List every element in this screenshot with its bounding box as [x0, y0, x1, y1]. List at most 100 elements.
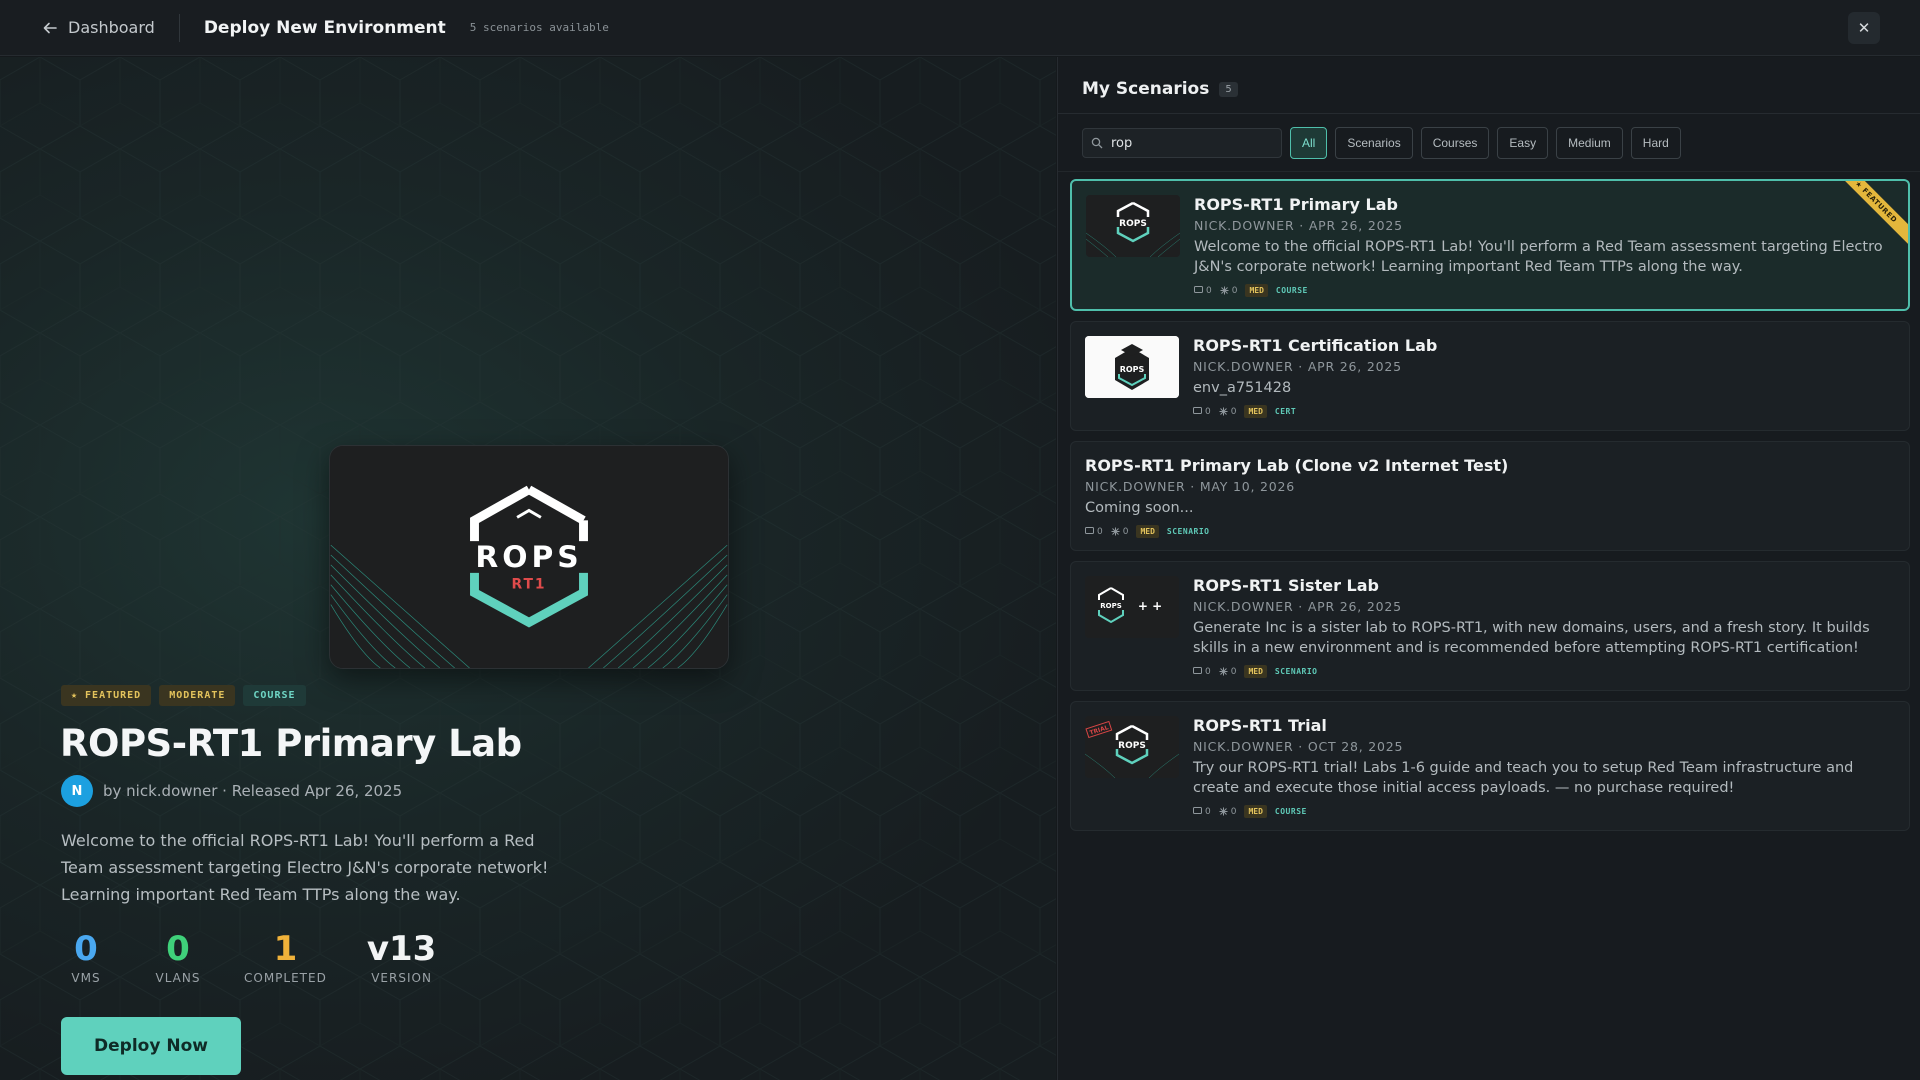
type-tag: COURSE: [1275, 286, 1308, 295]
avatar: N: [61, 775, 93, 807]
scenario-description: Try our ROPS-RT1 trial! Labs 1-6 guide a…: [1193, 760, 1854, 796]
search-field[interactable]: [1082, 128, 1282, 158]
close-button[interactable]: ✕: [1848, 12, 1880, 44]
svg-text:ROPS: ROPS: [475, 540, 582, 575]
scenario-title: ROPS-RT1 Sister Lab: [1193, 576, 1379, 595]
search-icon: [1091, 137, 1103, 149]
stat-label: VMS: [71, 971, 101, 985]
rops-trial-logo-icon: ROPS TRIAL: [1085, 716, 1179, 778]
scenario-thumbnail: ROPS + +: [1085, 576, 1179, 638]
scenario-meta: NICK.DOWNER · MAY 10, 2026: [1085, 479, 1296, 494]
star-count: 0: [1219, 667, 1236, 677]
svg-text:ROPS: ROPS: [1120, 365, 1145, 374]
scenario-footer: 0 0 MED CERT: [1193, 405, 1895, 418]
filter-courses[interactable]: Courses: [1420, 127, 1490, 159]
back-to-dashboard-link[interactable]: Dashboard: [42, 18, 155, 37]
scenario-footer: 0 0 MED SCENARIO: [1193, 665, 1895, 678]
difficulty-tag: MED: [1244, 665, 1267, 678]
comment-count: 0: [1193, 407, 1211, 417]
search-input[interactable]: [1111, 135, 1271, 151]
difficulty-tag: MED: [1245, 284, 1268, 297]
filter-scenarios[interactable]: Scenarios: [1335, 127, 1413, 159]
type-tag: CERT: [1274, 407, 1297, 416]
scenario-description: Generate Inc is a sister lab to ROPS-RT1…: [1193, 620, 1870, 656]
scenario-description: env_a751428: [1193, 380, 1292, 396]
scenario-title: ROPS-RT1 Trial: [1193, 716, 1327, 735]
scenario-title: ROPS-RT1 Primary Lab: [60, 722, 522, 765]
type-tag: SCENARIO: [1166, 527, 1210, 536]
comment-count: 0: [1193, 667, 1211, 677]
filter-hard[interactable]: Hard: [1630, 127, 1681, 159]
stat-value: 0: [74, 929, 98, 969]
divider: [1058, 113, 1920, 114]
panel-title: My Scenarios: [1082, 79, 1210, 99]
stat-completed: 1 COMPLETED: [244, 929, 327, 985]
type-tag: SCENARIO: [1274, 667, 1318, 676]
rops-logo-icon: ROPS RT1: [330, 446, 728, 668]
stat-label: VLANS: [155, 971, 201, 985]
scenario-list-item[interactable]: ROPS ROPS-RT1 Certification Lab NICK.DOW…: [1070, 321, 1910, 431]
comment-icon: [1193, 807, 1202, 814]
type-tag: COURSE: [1274, 807, 1307, 816]
comment-count: 0: [1194, 286, 1212, 296]
scenario-description: Coming soon...: [1085, 500, 1194, 516]
stat-value: 0: [166, 929, 190, 969]
svg-text:ROPS: ROPS: [1118, 741, 1146, 751]
comment-icon: [1194, 286, 1203, 293]
my-scenarios-panel: My Scenarios 5 All Scenarios Courses Eas…: [1057, 57, 1920, 1080]
scenario-list-item[interactable]: ROPS + + ROPS-RT1 Sister Lab NICK.DOWNER…: [1070, 561, 1910, 691]
stat-value: v13: [366, 929, 437, 969]
scenario-meta: NICK.DOWNER · OCT 28, 2025: [1193, 739, 1404, 754]
scenario-title: ROPS-RT1 Primary Lab (Clone v2 Internet …: [1085, 456, 1509, 475]
top-bar: Dashboard Deploy New Environment 5 scena…: [0, 0, 1920, 56]
filter-easy[interactable]: Easy: [1497, 127, 1549, 159]
featured-badge: ★ FEATURED: [61, 685, 152, 706]
stat-vms: 0 VMS: [60, 929, 112, 985]
scenario-list-item[interactable]: ROPS TRIAL ROPS-RT1 Trial NICK.DOWNER · …: [1070, 701, 1910, 831]
scenario-title: ROPS-RT1 Certification Lab: [1193, 336, 1438, 355]
scenario-meta: NICK.DOWNER · APR 26, 2025: [1193, 359, 1402, 374]
comment-icon: [1193, 667, 1202, 674]
network-icon: [1111, 527, 1120, 536]
comment-count: 0: [1085, 527, 1103, 537]
network-icon: [1219, 407, 1228, 416]
author-byline: by nick.downer · Released Apr 26, 2025: [103, 782, 403, 800]
scenario-thumbnail: ROPS TRIAL: [1085, 716, 1179, 778]
scenario-list: ★ FEATURED ROPS ROPS-RT1 Primary Lab NIC…: [1070, 179, 1910, 831]
divider: [178, 13, 180, 42]
network-icon: [1219, 667, 1228, 676]
filter-medium[interactable]: Medium: [1556, 127, 1623, 159]
stat-value: 1: [273, 929, 298, 969]
author-row: N by nick.downer · Released Apr 26, 2025: [61, 775, 402, 807]
scenario-list-item[interactable]: ROPS-RT1 Primary Lab (Clone v2 Internet …: [1070, 441, 1910, 551]
stat-version: v13 VERSION: [367, 929, 436, 985]
star-count: 0: [1219, 807, 1236, 817]
scenario-description: Welcome to the official ROPS-RT1 Lab! Yo…: [1194, 239, 1883, 275]
stat-label: COMPLETED: [244, 971, 327, 985]
deploy-now-button[interactable]: Deploy Now: [61, 1017, 241, 1075]
svg-text:ROPS: ROPS: [1119, 219, 1147, 229]
scenario-detail-hero: ROPS RT1 ★ FEATURED MODERATE COURSE ROPS…: [0, 57, 1056, 1080]
comment-count: 0: [1193, 807, 1211, 817]
stat-label: VERSION: [371, 971, 432, 985]
scenario-count-text: 5 scenarios available: [469, 21, 609, 34]
filter-bar: All Scenarios Courses Easy Medium Hard: [1082, 127, 1681, 159]
difficulty-badge: MODERATE: [159, 685, 236, 706]
filter-all[interactable]: All: [1290, 127, 1328, 159]
star-count: 0: [1219, 407, 1236, 417]
page-title: Deploy New Environment: [203, 17, 446, 38]
network-icon: [1219, 807, 1228, 816]
divider: [1058, 171, 1920, 172]
rops-cert-logo-icon: ROPS: [1085, 336, 1179, 398]
scenario-meta: NICK.DOWNER · APR 26, 2025: [1194, 218, 1403, 233]
panel-header: My Scenarios 5: [1082, 79, 1238, 99]
comment-icon: [1193, 407, 1202, 414]
difficulty-tag: MED: [1244, 405, 1267, 418]
rops-plus-logo-icon: ROPS + +: [1085, 576, 1179, 638]
star-count: 0: [1220, 286, 1237, 296]
scenario-list-item[interactable]: ★ FEATURED ROPS ROPS-RT1 Primary Lab NIC…: [1070, 179, 1910, 311]
type-badge: COURSE: [243, 685, 306, 706]
scenario-thumbnail: ROPS: [1086, 195, 1180, 257]
rops-logo-icon: ROPS: [1086, 195, 1180, 257]
scenario-thumbnail: ROPS: [1085, 336, 1179, 398]
